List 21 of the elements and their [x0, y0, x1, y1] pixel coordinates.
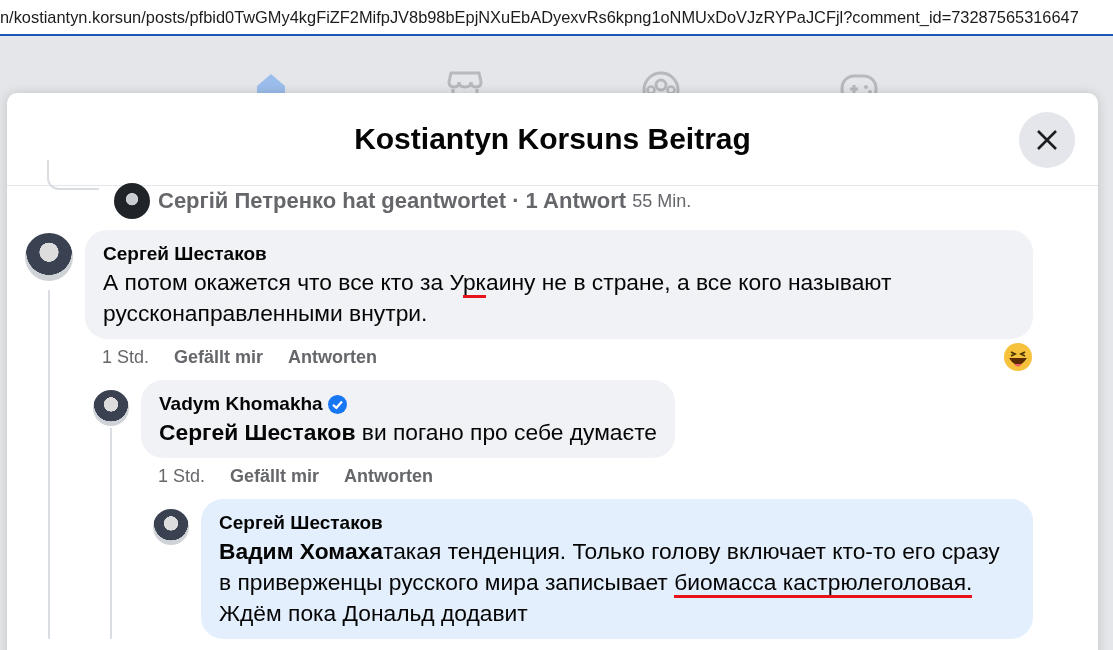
author-name[interactable]: Сергей Шестаков [103, 242, 267, 266]
avatar[interactable] [153, 509, 189, 545]
comment-time[interactable]: 1 Std. [102, 346, 150, 368]
dialog-title: Kostiantyn Korsuns Beitrag [354, 122, 751, 156]
comment-text: А потом окажется что все кто за Уркаину не в стране, а все кого называют руссконаправленными внутри. [103, 268, 893, 328]
replies-summary-link[interactable]: Сергій Петренко hat geantwortet · 1 Antwort [158, 188, 627, 214]
comment-text: Вадим Хомахатакая тенденция. Только голову включает кто-то его сразу в приверженцы русского мира записывает биомасса кастрюлеголовая. Ждём пока Дональд додавит [219, 537, 1001, 628]
avatar[interactable] [114, 183, 150, 219]
comment-time[interactable]: 1 Std. [158, 465, 206, 487]
reply-link[interactable]: Antworten [344, 465, 434, 487]
avatar[interactable] [93, 390, 129, 426]
like-link[interactable]: Gefällt mir [174, 346, 264, 368]
avatar[interactable] [25, 233, 73, 281]
close-button[interactable] [1019, 112, 1075, 168]
author-name[interactable]: Сергей Шестаков [219, 511, 383, 535]
comment-text: Сергей Шестаков ви погано про себе думаєте [159, 418, 658, 447]
like-link[interactable]: Gefällt mir [230, 465, 320, 487]
close-icon [1036, 129, 1058, 151]
reply-time: 55 Min. [632, 190, 692, 212]
author-name[interactable]: Vadym Khomakha [159, 392, 323, 416]
reply-link[interactable]: Antworten [288, 346, 378, 368]
